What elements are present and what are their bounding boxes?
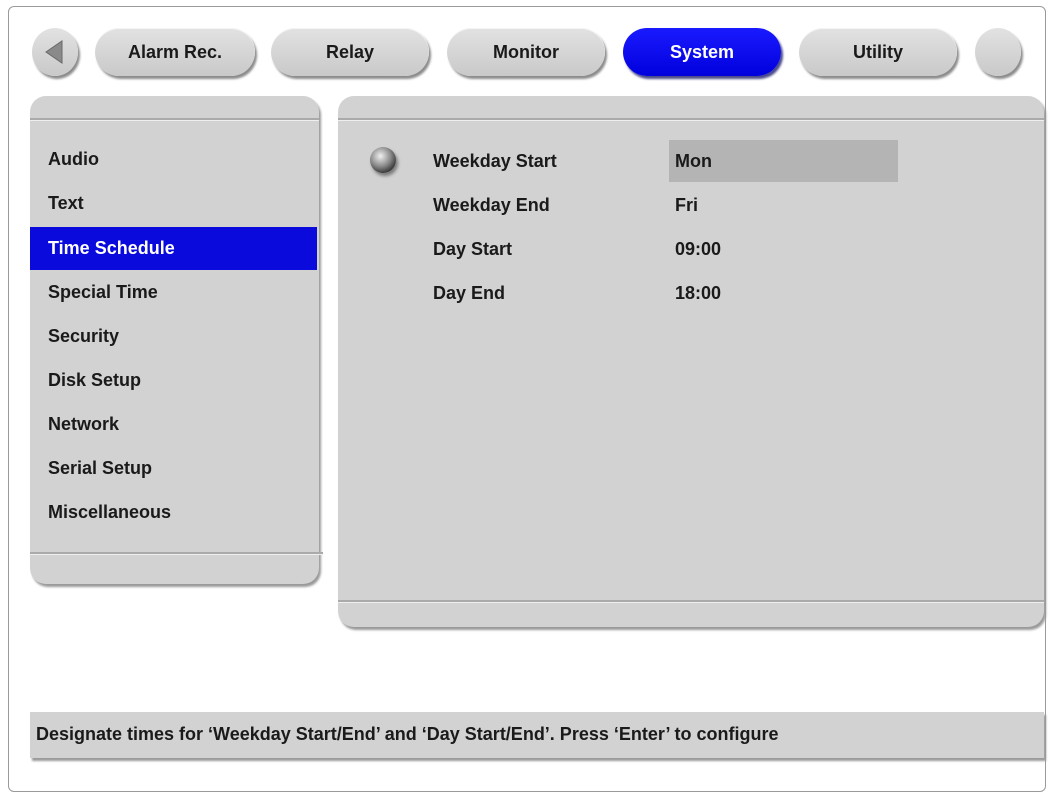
tab-system[interactable]: System bbox=[623, 28, 781, 76]
menu-item-miscellaneous[interactable]: Miscellaneous bbox=[30, 491, 317, 534]
tab-alarm-rec[interactable]: Alarm Rec. bbox=[95, 28, 255, 76]
tab-utility[interactable]: Utility bbox=[799, 28, 957, 76]
tab-relay[interactable]: Relay bbox=[271, 28, 429, 76]
day-end-label: Day End bbox=[433, 283, 506, 303]
weekday-end-value[interactable]: Fri bbox=[669, 184, 898, 226]
menu-item-audio[interactable]: Audio bbox=[30, 138, 317, 181]
selection-bullet-icon bbox=[370, 147, 396, 173]
menu-item-security[interactable]: Security bbox=[30, 315, 317, 358]
menu-item-time-schedule[interactable]: Time Schedule bbox=[30, 227, 317, 270]
back-arrow-button[interactable] bbox=[32, 28, 78, 76]
weekday-start-value[interactable]: Mon bbox=[669, 140, 898, 182]
divider bbox=[30, 118, 319, 121]
divider bbox=[338, 600, 1044, 603]
left-arrow-icon bbox=[45, 40, 63, 64]
menu-item-disk-setup[interactable]: Disk Setup bbox=[30, 359, 317, 402]
day-start-value[interactable]: 09:00 bbox=[669, 228, 898, 270]
menu-item-special-time[interactable]: Special Time bbox=[30, 271, 317, 314]
divider bbox=[30, 552, 323, 555]
day-end-value[interactable]: 18:00 bbox=[669, 272, 898, 314]
tab-monitor[interactable]: Monitor bbox=[447, 28, 605, 76]
divider bbox=[338, 118, 1044, 121]
weekday-start-label: Weekday Start bbox=[433, 151, 557, 171]
menu-item-text[interactable]: Text bbox=[30, 182, 317, 225]
forward-button[interactable] bbox=[975, 28, 1021, 76]
menu-item-serial-setup[interactable]: Serial Setup bbox=[30, 447, 317, 490]
menu-item-network[interactable]: Network bbox=[30, 403, 317, 446]
weekday-end-label: Weekday End bbox=[433, 195, 550, 215]
day-start-label: Day Start bbox=[433, 239, 513, 259]
settings-menu-panel: Audio Text Time Schedule Special Time Se… bbox=[30, 96, 323, 584]
help-status-bar: Designate times for ‘Weekday Start/End’ … bbox=[30, 712, 1044, 758]
